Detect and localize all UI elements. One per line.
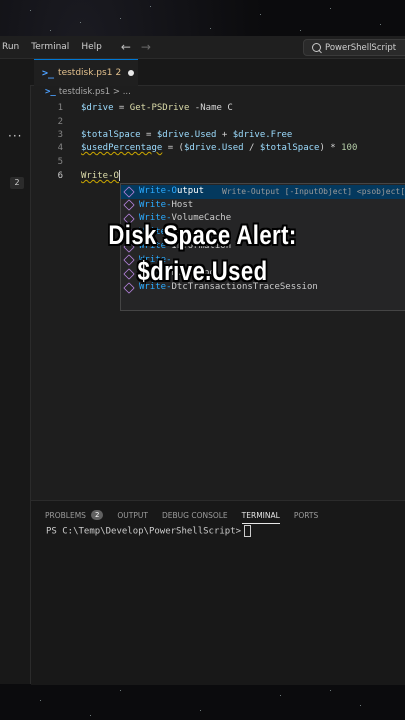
line-number: 4: [57, 143, 63, 153]
caption-line-1: Disk Space Alert:: [108, 220, 297, 250]
tab-debug-console[interactable]: DEBUG CONSOLE: [162, 507, 228, 523]
terminal-prompt[interactable]: PS C:\Temp\Develop\PowerShellScript>: [46, 525, 252, 537]
breadcrumb-path: testdisk.ps1 > ...: [58, 87, 131, 97]
suggestion-label: Write-Host: [139, 199, 193, 213]
code-token: $drive.Used: [183, 143, 244, 153]
star: [30, 10, 31, 11]
tab-testdisk[interactable]: >_ testdisk.ps1 2: [34, 59, 138, 86]
star: [80, 22, 81, 23]
code-token: =: [140, 130, 157, 140]
code-token: ) *: [319, 143, 342, 153]
tab-terminal[interactable]: TERMINAL: [241, 507, 280, 524]
menu-run[interactable]: Run: [0, 42, 25, 52]
prompt-text: PS C:\Temp\Develop\PowerShellScript>: [46, 526, 242, 537]
panel-tabs: PROBLEMS 2 OUTPUT DEBUG CONSOLE TERMINAL…: [45, 507, 332, 524]
code-text: $totalSpace = $drive.Used + $drive.Free: [81, 129, 292, 142]
suggestion-rest: Host: [171, 199, 194, 210]
star: [330, 8, 331, 9]
code-line[interactable]: 3 $totalSpace = $drive.Used + $drive.Free: [31, 129, 405, 142]
code-token: /: [243, 143, 260, 153]
line-number: 1: [57, 103, 63, 113]
code-text: $usedPercentage = ($drive.Used / $totalS…: [81, 142, 357, 155]
star: [50, 30, 51, 31]
problems-badge: 2: [10, 177, 24, 189]
code-line[interactable]: 2: [31, 116, 405, 129]
code-line[interactable]: 4 $usedPercentage = ($drive.Used / $total…: [31, 142, 405, 155]
star: [40, 700, 41, 701]
powershell-icon: >_: [42, 67, 55, 79]
code-token: Write-O: [81, 171, 119, 181]
unsaved-dot-icon[interactable]: [128, 70, 135, 76]
star: [300, 30, 301, 31]
forward-arrow-icon[interactable]: →: [136, 40, 156, 54]
code-token: $drive: [81, 103, 114, 113]
powershell-icon: >_: [45, 87, 56, 97]
code-text: $drive = Get-PSDrive -Name C: [81, 102, 233, 115]
code-line[interactable]: 1 $drive = Get-PSDrive -Name C: [31, 102, 405, 115]
suggestion-rest: utput: [176, 186, 205, 196]
code-token: =: [113, 103, 130, 113]
code-token: 100: [341, 143, 358, 153]
star: [280, 695, 281, 696]
code-token: $totalSpace: [81, 130, 141, 140]
tab-ports[interactable]: PORTS: [294, 507, 318, 523]
breadcrumb[interactable]: >_ testdisk.ps1 > ...: [45, 87, 131, 97]
more-actions-icon[interactable]: ···: [8, 129, 22, 143]
command-center-label: PowerShellScript: [325, 42, 397, 53]
method-cube-icon: [123, 186, 135, 198]
code-line[interactable]: 6 Write-O: [31, 170, 405, 183]
suggestion-match: Write-O: [139, 186, 177, 196]
star: [210, 28, 211, 29]
code-line[interactable]: 5: [31, 156, 405, 169]
star: [90, 715, 91, 716]
tab-problem-count: 2: [115, 68, 122, 78]
line-number: 3: [57, 130, 63, 140]
method-cube-icon: [123, 199, 135, 212]
star: [380, 24, 381, 25]
code-token: Get-PSDrive: [129, 103, 190, 113]
code-text: Write-O: [81, 170, 120, 183]
star: [360, 705, 361, 706]
editor-tabs: >_ testdisk.ps1 2: [30, 59, 405, 86]
tab-problems[interactable]: PROBLEMS 2: [45, 507, 104, 523]
star: [120, 690, 121, 691]
star: [200, 710, 201, 711]
suggestion-item[interactable]: Write-Output Write-Output [-InputObject] …: [121, 185, 405, 199]
title-bar: Run Terminal Help ← → PowerShellScript: [0, 36, 405, 59]
code-token: $drive.Used: [156, 130, 217, 140]
code-token: -Name C: [189, 103, 233, 113]
command-center[interactable]: PowerShellScript: [303, 39, 405, 56]
back-arrow-icon[interactable]: ←: [116, 40, 136, 54]
tab-problems-label: PROBLEMS: [45, 510, 86, 520]
caption-line-2: $drive.Used: [137, 256, 268, 286]
terminal-cursor: [244, 525, 252, 537]
menu-help[interactable]: Help: [75, 42, 108, 52]
text-cursor: [118, 170, 120, 181]
line-number: 6: [57, 171, 63, 181]
star: [150, 6, 151, 7]
star: [260, 14, 261, 15]
tab-output[interactable]: OUTPUT: [117, 507, 148, 523]
code-token: $drive.Free: [232, 130, 293, 140]
line-number: 2: [57, 117, 63, 127]
tab-label: testdisk.ps1: [58, 68, 113, 78]
search-icon: [312, 43, 321, 52]
suggestion-detail: Write-Output [-InputObject] <psobject[]>: [222, 187, 405, 196]
star: [120, 18, 121, 19]
star: [330, 690, 331, 691]
suggestion-item[interactable]: Write-Host: [121, 199, 405, 213]
line-number: 5: [57, 157, 63, 167]
code-token: $usedPercentage: [81, 143, 163, 153]
suggestion-match: Write-: [139, 199, 172, 210]
code-token: $totalSpace: [259, 143, 320, 153]
menu-terminal[interactable]: Terminal: [25, 42, 75, 52]
sidebar: ··· 2: [0, 59, 31, 684]
bottom-panel: PROBLEMS 2 OUTPUT DEBUG CONSOLE TERMINAL…: [31, 500, 405, 685]
problems-count-badge: 2: [90, 510, 104, 520]
code-token: +: [216, 130, 233, 140]
code-token: = (: [162, 143, 184, 153]
suggestion-label: Write-Output: [139, 185, 204, 199]
